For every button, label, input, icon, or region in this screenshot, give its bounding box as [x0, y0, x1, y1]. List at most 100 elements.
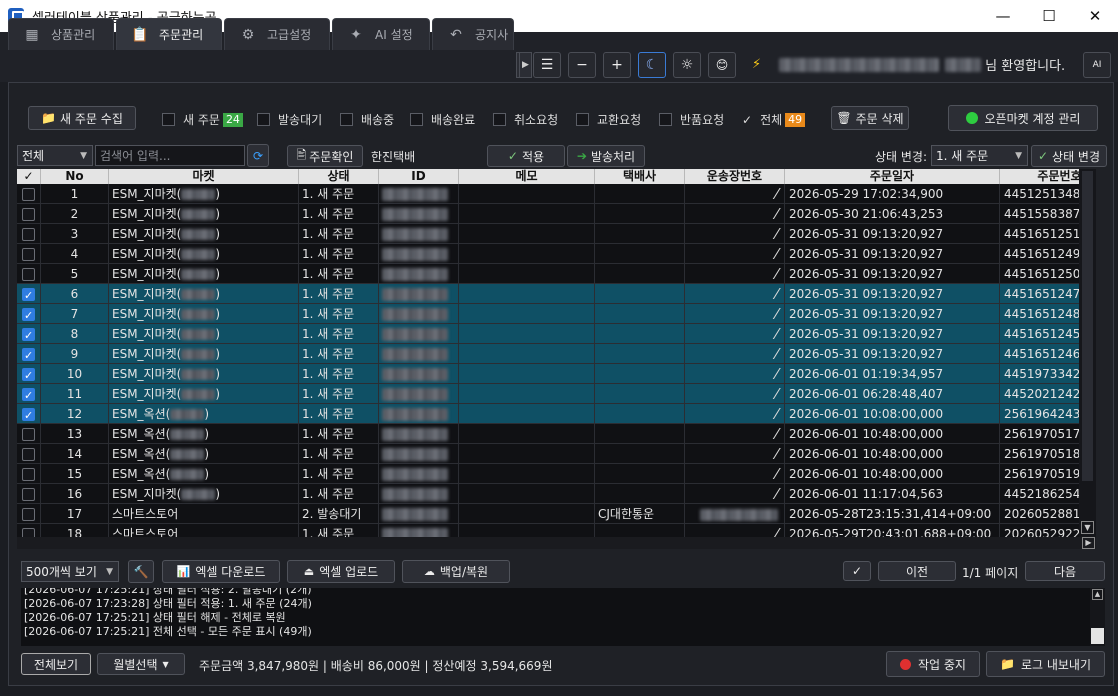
- tab-notice[interactable]: ↶ 공지사: [432, 18, 514, 50]
- edit-pencil-icon[interactable]: ⁄: [775, 425, 778, 443]
- table-row[interactable]: 9ESM_지마켓()1. 새 주문⁄2026-05-31 09:13:20,92…: [17, 344, 1096, 364]
- filter-checkbox[interactable]: [162, 113, 175, 126]
- tracking-cell[interactable]: ⁄: [685, 324, 785, 344]
- memo-cell[interactable]: [459, 344, 595, 364]
- column-header[interactable]: 주문일자: [785, 169, 1000, 184]
- row-checkbox[interactable]: [22, 268, 35, 281]
- hammer-icon[interactable]: 🔨: [128, 560, 154, 583]
- tracking-cell[interactable]: ⁄: [685, 524, 785, 537]
- row-select-cell[interactable]: [17, 264, 41, 284]
- log-scrollbar[interactable]: ▲: [1090, 588, 1105, 646]
- grid-vertical-scrollbar[interactable]: ▼: [1079, 169, 1096, 537]
- filter-delivered[interactable]: 배송완료: [410, 111, 475, 128]
- zoom-out-button[interactable]: −: [568, 52, 596, 78]
- tracking-cell[interactable]: ⁄: [685, 464, 785, 484]
- column-header[interactable]: 운송장번호: [685, 169, 785, 184]
- table-row[interactable]: 18 스마트스토어 1. 새 주문 ⁄ 2026-05-29T20:43:01,688+…: [17, 524, 1096, 537]
- row-select-cell[interactable]: [17, 324, 41, 344]
- row-checkbox[interactable]: [22, 528, 35, 537]
- grid-horizontal-scrollbar[interactable]: ▶: [17, 537, 1096, 549]
- row-select-cell[interactable]: [17, 484, 41, 504]
- memo-cell[interactable]: [459, 384, 595, 404]
- edit-pencil-icon[interactable]: ⁄: [775, 445, 778, 463]
- memo-cell[interactable]: [459, 224, 595, 244]
- tab-product-management[interactable]: ▦ 상품관리: [8, 18, 114, 50]
- filter-checkbox[interactable]: [659, 113, 672, 126]
- next-page-button[interactable]: 다음: [1025, 561, 1105, 581]
- status-change-button[interactable]: ✓ 상태 변경: [1031, 145, 1107, 167]
- row-select-cell[interactable]: [17, 404, 41, 424]
- tracking-cell[interactable]: ⁄: [685, 284, 785, 304]
- tracking-cell[interactable]: ⁄: [685, 484, 785, 504]
- tracking-cell[interactable]: ⁄: [685, 304, 785, 324]
- tracking-cell[interactable]: ⁄: [685, 244, 785, 264]
- filter-exchange-request[interactable]: 교환요청: [576, 111, 641, 128]
- excel-download-button[interactable]: 📊 엑셀 다운로드: [162, 560, 280, 583]
- filter-new-order[interactable]: 새 주문 24: [162, 111, 243, 128]
- tracking-cell[interactable]: ⁄: [685, 384, 785, 404]
- column-header[interactable]: No: [41, 169, 109, 184]
- row-select-cell[interactable]: [17, 224, 41, 244]
- tracking-cell[interactable]: ⁄: [685, 404, 785, 424]
- scroll-right-icon[interactable]: ▶: [1082, 537, 1095, 549]
- edit-pencil-icon[interactable]: ⁄: [775, 225, 778, 243]
- tracking-cell[interactable]: ⁄: [685, 444, 785, 464]
- row-checkbox[interactable]: [22, 386, 35, 404]
- row-checkbox[interactable]: [22, 286, 35, 304]
- edit-pencil-icon[interactable]: ⁄: [775, 205, 778, 223]
- row-select-cell[interactable]: [17, 504, 41, 524]
- scroll-thumb[interactable]: [1082, 171, 1093, 481]
- tracking-cell[interactable]: ⁄: [685, 264, 785, 284]
- memo-cell[interactable]: [459, 484, 595, 504]
- apply-button[interactable]: ✓ 적용: [487, 145, 565, 167]
- filter-checkbox[interactable]: [257, 113, 270, 126]
- zoom-in-button[interactable]: +: [603, 52, 631, 78]
- row-checkbox[interactable]: [22, 366, 35, 384]
- row-checkbox[interactable]: [22, 508, 35, 521]
- table-row[interactable]: 8ESM_지마켓()1. 새 주문⁄2026-05-31 09:13:20,92…: [17, 324, 1096, 344]
- new-order-collect-button[interactable]: 📁 새 주문 수집: [28, 106, 136, 130]
- openmarket-account-button[interactable]: 오픈마켓 계정 관리: [948, 105, 1098, 131]
- tracking-cell[interactable]: ⁄: [685, 344, 785, 364]
- scroll-up-icon[interactable]: ▲: [1092, 589, 1103, 600]
- table-row[interactable]: 17 스마트스토어 2. 발송대기 CJ대한통운 2026-05-28T23:15:31…: [17, 504, 1096, 524]
- edit-pencil-icon[interactable]: ⁄: [775, 245, 778, 263]
- tab-ai-settings[interactable]: ✦ AI 설정: [332, 18, 430, 50]
- confirm-order-button[interactable]: 🖹 주문확인: [287, 145, 363, 167]
- scroll-down-icon[interactable]: ▼: [1081, 521, 1094, 534]
- table-row[interactable]: 7ESM_지마켓()1. 새 주문⁄2026-05-31 09:13:20,92…: [17, 304, 1096, 324]
- row-select-cell[interactable]: [17, 284, 41, 304]
- filter-cancel-request[interactable]: 취소요청: [493, 111, 558, 128]
- refresh-icon[interactable]: ⟳: [247, 144, 269, 167]
- row-select-cell[interactable]: [17, 444, 41, 464]
- row-checkbox[interactable]: [22, 406, 35, 424]
- memo-cell[interactable]: [459, 424, 595, 444]
- column-header[interactable]: 상태: [299, 169, 379, 184]
- scroll-thumb[interactable]: [1091, 628, 1104, 644]
- row-checkbox[interactable]: [22, 248, 35, 261]
- maximize-button[interactable]: ☐: [1026, 0, 1072, 32]
- check-icon[interactable]: ✓: [742, 113, 752, 127]
- backup-restore-button[interactable]: ☁ 백업/복원: [402, 560, 510, 583]
- edit-pencil-icon[interactable]: ⁄: [775, 485, 778, 503]
- edit-pencil-icon[interactable]: ⁄: [775, 265, 778, 283]
- row-select-cell[interactable]: [17, 184, 41, 204]
- menu-icon[interactable]: ☰: [533, 52, 561, 78]
- row-select-cell[interactable]: [17, 464, 41, 484]
- row-checkbox[interactable]: [22, 346, 35, 364]
- page-size-select[interactable]: 500개씩 보기 ▼: [21, 561, 119, 582]
- column-header[interactable]: 택배사: [595, 169, 685, 184]
- column-header[interactable]: ID: [379, 169, 459, 184]
- prev-page-button[interactable]: 이전: [878, 561, 956, 581]
- table-row[interactable]: 15 ESM_옥션() 1. 새 주문 ⁄ 2026-06-01 10:48:00,00…: [17, 464, 1096, 484]
- filter-checkbox[interactable]: [493, 113, 506, 126]
- memo-cell[interactable]: [459, 264, 595, 284]
- search-input[interactable]: 검색어 입력...: [95, 145, 245, 166]
- tab-scroll-right-button[interactable]: ▶: [519, 52, 532, 78]
- tracking-cell[interactable]: ⁄: [685, 424, 785, 444]
- row-checkbox[interactable]: [22, 208, 35, 221]
- memo-cell[interactable]: [459, 524, 595, 537]
- tab-advanced-settings[interactable]: ⚙ 고급설정: [224, 18, 330, 50]
- tracking-cell[interactable]: ⁄: [685, 224, 785, 244]
- memo-cell[interactable]: [459, 324, 595, 344]
